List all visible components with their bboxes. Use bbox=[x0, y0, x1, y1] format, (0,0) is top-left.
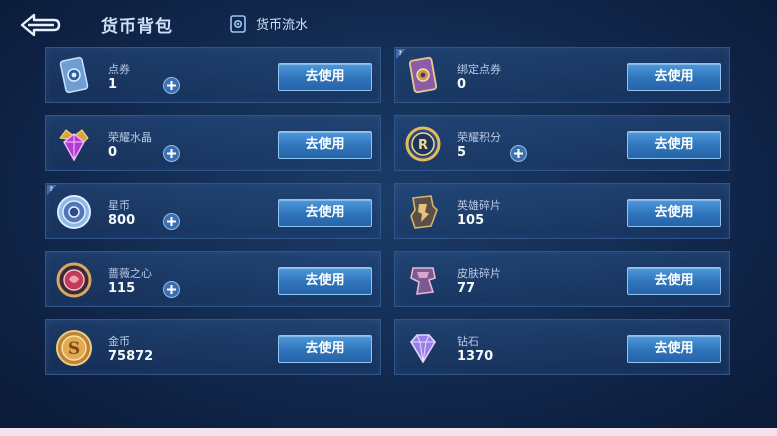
hero-shard-icon bbox=[403, 192, 443, 232]
currency-name: 金币 bbox=[108, 335, 130, 348]
page-title: 货币背包 bbox=[101, 17, 173, 37]
currency-amount: 105 bbox=[457, 213, 485, 228]
currency-card: 皮肤碎片 77 去使用 bbox=[394, 251, 730, 307]
back-arrow-icon bbox=[20, 13, 61, 37]
diamond-icon bbox=[403, 328, 443, 368]
currency-name: 英雄碎片 bbox=[457, 199, 501, 212]
currency-name: 点券 bbox=[108, 63, 130, 76]
plus-icon bbox=[163, 281, 180, 298]
currency-card: 点券 1 去使用 bbox=[45, 47, 381, 103]
add-currency-button[interactable] bbox=[510, 145, 527, 162]
currency-amount: 5 bbox=[457, 145, 467, 160]
currency-amount: 1370 bbox=[457, 349, 494, 364]
help-icon[interactable]: ? bbox=[395, 45, 407, 59]
star-coin-icon bbox=[54, 192, 94, 232]
bottom-strip bbox=[0, 428, 777, 436]
gold-coin-icon: S bbox=[54, 328, 94, 368]
currency-name: 荣耀水晶 bbox=[108, 131, 152, 144]
currency-card: 荣耀水晶 0 去使用 bbox=[45, 115, 381, 171]
currency-name: 皮肤碎片 bbox=[457, 267, 501, 280]
use-button[interactable]: 去使用 bbox=[278, 267, 372, 295]
currency-name: 绑定点券 bbox=[457, 63, 501, 76]
currency-card: 蔷薇之心 115 去使用 bbox=[45, 251, 381, 307]
use-button[interactable]: 去使用 bbox=[627, 199, 721, 227]
add-currency-button[interactable] bbox=[163, 281, 180, 298]
help-icon[interactable]: ? bbox=[46, 181, 58, 195]
use-button[interactable]: 去使用 bbox=[278, 131, 372, 159]
currency-card: 钻石 1370 去使用 bbox=[394, 319, 730, 375]
currency-name: 荣耀积分 bbox=[457, 131, 501, 144]
back-button[interactable] bbox=[16, 9, 62, 37]
glory-crystal-icon bbox=[54, 124, 94, 164]
glory-points-icon: R bbox=[403, 124, 443, 164]
svg-text:?: ? bbox=[50, 186, 54, 193]
currency-card: S 金币 75872 去使用 bbox=[45, 319, 381, 375]
currency-flow-tab[interactable]: 货币流水 bbox=[230, 14, 308, 33]
currency-name: 钻石 bbox=[457, 335, 479, 348]
plus-icon bbox=[163, 77, 180, 94]
skin-shard-icon bbox=[403, 260, 443, 300]
use-button[interactable]: 去使用 bbox=[627, 335, 721, 363]
plus-icon bbox=[510, 145, 527, 162]
currency-amount: 77 bbox=[457, 281, 476, 296]
svg-text:?: ? bbox=[399, 50, 403, 57]
add-currency-button[interactable] bbox=[163, 145, 180, 162]
currency-name: 蔷薇之心 bbox=[108, 267, 152, 280]
currency-amount: 1 bbox=[108, 77, 118, 92]
currency-amount: 75872 bbox=[108, 349, 154, 364]
currency-amount: 800 bbox=[108, 213, 136, 228]
currency-amount: 115 bbox=[108, 281, 136, 296]
currency-flow-label: 货币流水 bbox=[256, 18, 309, 33]
use-button[interactable]: 去使用 bbox=[627, 267, 721, 295]
plus-icon bbox=[163, 145, 180, 162]
flow-record-icon bbox=[230, 14, 246, 33]
currency-amount: 0 bbox=[457, 77, 467, 92]
rose-heart-icon bbox=[54, 260, 94, 300]
svg-text:S: S bbox=[68, 339, 80, 359]
use-button[interactable]: 去使用 bbox=[278, 199, 372, 227]
currency-card: ? 绑定点券 0 去使用 bbox=[394, 47, 730, 103]
plus-icon bbox=[163, 213, 180, 230]
svg-text:R: R bbox=[418, 138, 428, 153]
ticket-card-icon bbox=[54, 56, 94, 96]
currency-card: 英雄碎片 105 去使用 bbox=[394, 183, 730, 239]
use-button[interactable]: 去使用 bbox=[627, 63, 721, 91]
use-button[interactable]: 去使用 bbox=[278, 335, 372, 363]
add-currency-button[interactable] bbox=[163, 213, 180, 230]
currency-amount: 0 bbox=[108, 145, 118, 160]
currency-card: R 荣耀积分 5 去使用 bbox=[394, 115, 730, 171]
currency-name: 星币 bbox=[108, 199, 130, 212]
currency-card: ? 星币 800 去使用 bbox=[45, 183, 381, 239]
use-button[interactable]: 去使用 bbox=[278, 63, 372, 91]
use-button[interactable]: 去使用 bbox=[627, 131, 721, 159]
bound-ticket-card-icon bbox=[403, 56, 443, 96]
add-currency-button[interactable] bbox=[163, 77, 180, 94]
